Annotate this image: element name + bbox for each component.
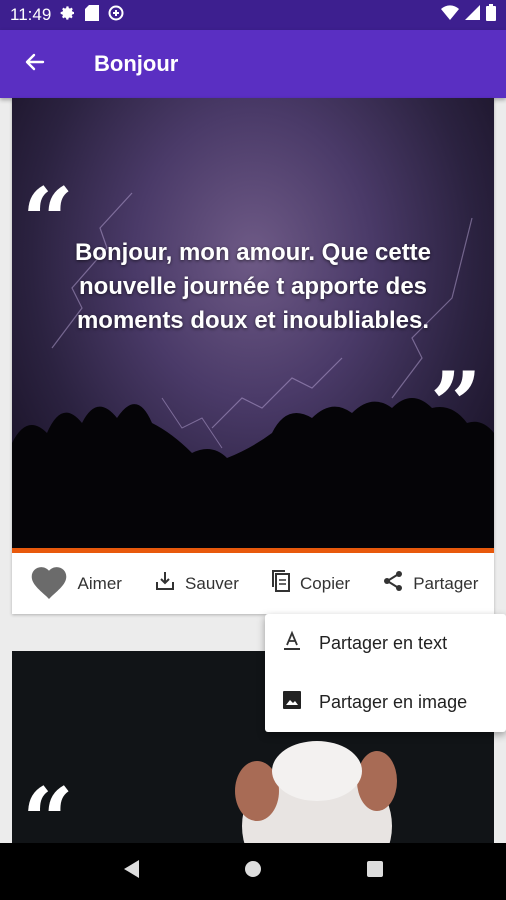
- app-bar: Bonjour: [0, 30, 506, 98]
- copy-icon: [270, 569, 292, 598]
- share-icon: [381, 569, 405, 598]
- arrow-left-icon: [23, 50, 47, 79]
- share-as-image-label: Partager en image: [319, 692, 468, 712]
- quote-text: Bonjour, mon amour. Que cette nouvelle j…: [74, 239, 432, 334]
- copy-label: Copier: [300, 573, 351, 593]
- close-quote-icon: ”: [430, 352, 482, 458]
- card-actions: Aimer Sauver Copier Partager: [12, 553, 494, 614]
- sd-card-icon: [85, 4, 100, 26]
- copy-button[interactable]: Copier: [270, 569, 350, 598]
- battery-icon: [486, 4, 496, 26]
- like-button[interactable]: Aimer: [28, 562, 122, 605]
- share-as-text-label: Partager en text: [319, 633, 448, 653]
- nav-back-icon[interactable]: [122, 859, 140, 884]
- system-nav-bar: [0, 843, 506, 900]
- share-as-text-item[interactable]: Partager en text: [265, 614, 506, 673]
- back-button[interactable]: [0, 30, 70, 98]
- signal-icon: [465, 5, 480, 25]
- data-saver-icon: [108, 5, 124, 26]
- share-as-image-item[interactable]: Partager en image: [265, 673, 506, 732]
- settings-icon: [60, 5, 76, 26]
- tree-silhouette: [12, 398, 494, 548]
- share-button[interactable]: Partager: [381, 569, 478, 598]
- download-icon: [153, 569, 177, 598]
- page-title: Bonjour: [94, 51, 179, 76]
- save-label: Sauver: [185, 573, 239, 593]
- image-icon: [281, 689, 303, 716]
- heart-icon: [28, 562, 70, 605]
- nav-home-icon[interactable]: [244, 860, 262, 883]
- quote-background-image: “ Bonjour, mon amour. Que cette nouvelle…: [12, 98, 494, 548]
- like-label: Aimer: [77, 573, 122, 593]
- quote-card: “ Bonjour, mon amour. Que cette nouvelle…: [12, 98, 494, 614]
- save-button[interactable]: Sauver: [153, 569, 239, 598]
- wifi-icon: [441, 5, 459, 25]
- status-time: 11:49: [10, 5, 52, 24]
- status-bar: 11:49: [0, 0, 506, 30]
- share-label: Partager: [413, 573, 479, 593]
- text-format-icon: [281, 630, 303, 657]
- share-menu: Partager en text Partager en image: [265, 614, 506, 732]
- nav-recents-icon[interactable]: [366, 860, 384, 883]
